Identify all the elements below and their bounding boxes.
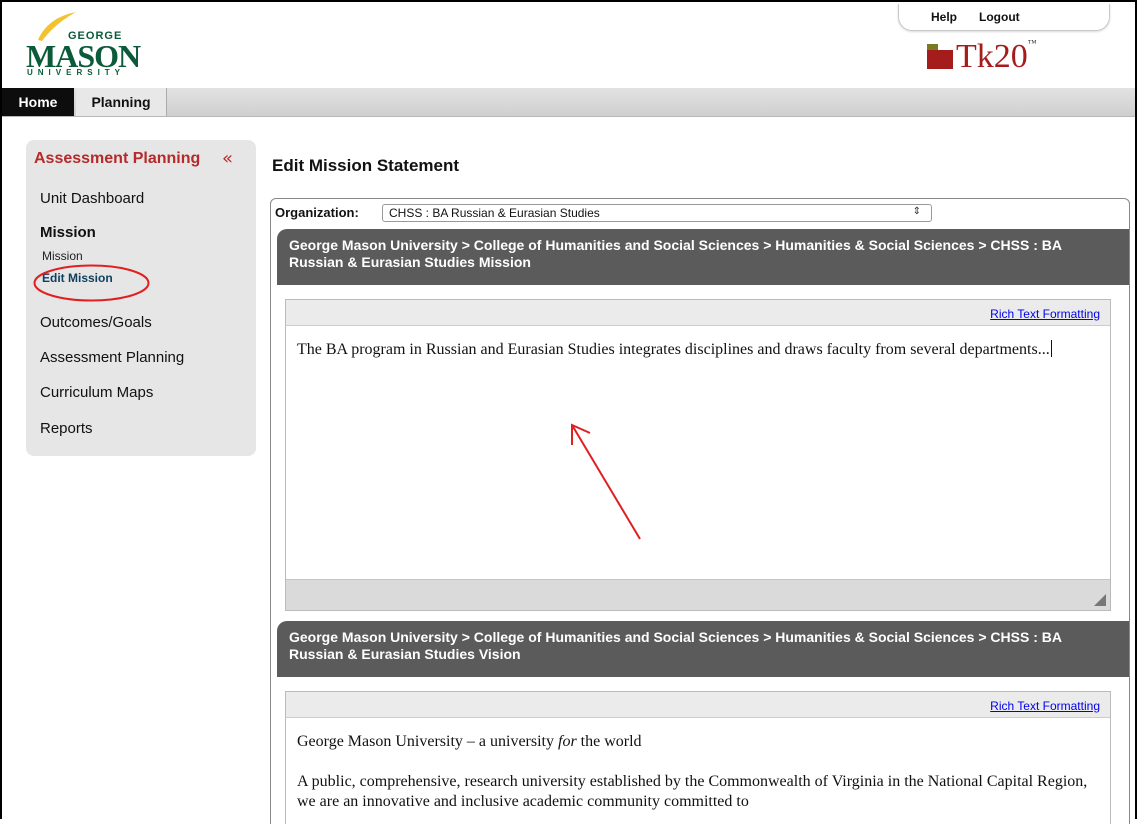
organization-select[interactable]: CHSS : BA Russian & Eurasian Studies ⇕ <box>382 204 932 222</box>
sidebar-subitem-mission[interactable]: Mission <box>42 249 83 263</box>
gmu-logo[interactable]: GEORGE MASON UNIVERSITY <box>20 10 141 80</box>
help-link[interactable]: Help <box>931 10 957 24</box>
sidebar-subitem-edit-mission[interactable]: Edit Mission <box>42 271 113 285</box>
tab-planning[interactable]: Planning <box>76 88 167 116</box>
vision-rich-text-link[interactable]: Rich Text Formatting <box>990 699 1100 713</box>
vision-line-1: George Mason University – a university f… <box>297 732 1100 752</box>
vision-paragraph-2: A public, comprehensive, research univer… <box>297 773 1088 810</box>
organization-select-value: CHSS : BA Russian & Eurasian Studies <box>389 206 600 220</box>
vision-line-1-b: the world <box>576 733 642 750</box>
sidebar-item-curriculum-maps[interactable]: Curriculum Maps <box>40 384 153 401</box>
collapse-sidebar-icon[interactable]: « <box>222 148 233 169</box>
tk20-logo-icon <box>927 44 953 69</box>
tk20-logo: Tk20™ <box>956 38 1037 76</box>
tab-home[interactable]: Home <box>2 88 74 116</box>
mission-text-area[interactable]: The BA program in Russian and Eurasian S… <box>286 326 1110 360</box>
select-arrows-icon: ⇕ <box>912 206 921 217</box>
mission-rich-text-link[interactable]: Rich Text Formatting <box>990 307 1100 321</box>
sidebar: Assessment Planning « Unit Dashboard Mis… <box>26 140 256 456</box>
sidebar-item-mission-heading[interactable]: Mission <box>40 224 96 241</box>
mission-editor-statusbar <box>286 579 1110 610</box>
vision-editor-toolbar: Rich Text Formatting <box>286 692 1110 718</box>
sidebar-title: Assessment Planning <box>34 150 201 167</box>
vision-section-header: George Mason University > College of Hum… <box>277 621 1129 677</box>
vision-line-1-em: for <box>558 733 577 750</box>
logout-link[interactable]: Logout <box>979 10 1020 24</box>
page-title: Edit Mission Statement <box>272 156 460 175</box>
text-cursor <box>1050 340 1052 357</box>
sidebar-item-reports[interactable]: Reports <box>40 420 93 437</box>
vision-text-area[interactable]: George Mason University – a university f… <box>286 718 1110 812</box>
vision-editor[interactable]: Rich Text Formatting George Mason Univer… <box>285 691 1111 824</box>
mission-section-header: George Mason University > College of Hum… <box>277 229 1129 285</box>
vision-line-1-a: George Mason University – a university <box>297 733 558 750</box>
tk20-trademark: ™ <box>1027 38 1037 48</box>
main-nav: Home Planning <box>2 88 1135 117</box>
tk20-logo-text: Tk20 <box>956 38 1028 75</box>
mission-panel: Organization: CHSS : BA Russian & Eurasi… <box>270 198 1130 824</box>
sidebar-item-outcomes-goals[interactable]: Outcomes/Goals <box>40 314 152 331</box>
utility-menu: Help Logout <box>898 4 1110 31</box>
logo-text-university: UNIVERSITY <box>27 68 126 77</box>
mission-text: The BA program in Russian and Eurasian S… <box>297 341 1050 358</box>
mission-editor-toolbar: Rich Text Formatting <box>286 300 1110 326</box>
organization-label: Organization: <box>275 205 359 220</box>
sidebar-item-unit-dashboard[interactable]: Unit Dashboard <box>40 190 144 207</box>
sidebar-item-assessment-planning[interactable]: Assessment Planning <box>40 349 184 366</box>
resize-grip-icon[interactable] <box>1094 594 1106 606</box>
mission-editor[interactable]: Rich Text Formatting The BA program in R… <box>285 299 1111 611</box>
